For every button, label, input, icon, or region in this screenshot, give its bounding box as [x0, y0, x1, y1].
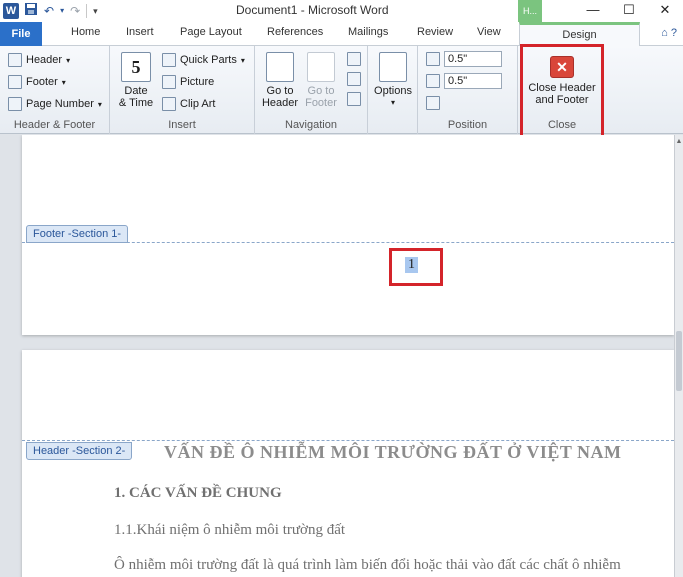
page-2: Header -Section 2- VẤN ĐỀ Ô NHIỄM MÔI TR…: [22, 350, 674, 577]
chevron-down-icon: ▾: [97, 99, 102, 109]
group-navigation: Go to Header Go to Footer Navigation: [255, 46, 368, 134]
footer-position-icon: [426, 74, 440, 88]
picture-button[interactable]: Picture: [162, 73, 214, 91]
word-app-icon[interactable]: W: [3, 3, 19, 19]
quick-access-toolbar: ↶ ▾ ↷ ▾: [24, 3, 98, 19]
group-label-position: Position: [447, 119, 488, 131]
customize-qat-icon[interactable]: ▾: [93, 3, 98, 19]
link-to-previous-icon[interactable]: [347, 92, 361, 106]
footer-section-label: Footer -Section 1-: [26, 225, 129, 243]
chevron-down-icon: ▾: [240, 55, 245, 65]
tab-references[interactable]: References: [267, 26, 323, 38]
tab-review[interactable]: Review: [417, 26, 453, 38]
scroll-thumb[interactable]: [676, 331, 682, 391]
header-position-icon: [426, 52, 440, 66]
title-bar: W ↶ ▾ ↷ ▾ Document1 - Microsoft Word H..…: [0, 0, 683, 22]
page-1: Footer -Section 1- 1: [22, 135, 674, 335]
undo-dropdown-icon[interactable]: ▾: [60, 3, 64, 19]
options-icon: [379, 52, 407, 82]
options-button[interactable]: Options ▾: [372, 52, 414, 109]
date-time-button[interactable]: 5 Date & Time: [116, 52, 156, 109]
chevron-down-icon: ▾: [390, 98, 395, 107]
highlight-page-number: [389, 248, 443, 286]
clip-art-icon: [162, 97, 176, 111]
help-icon[interactable]: ⌂ ?: [661, 27, 677, 39]
ribbon-tabs: File Home Insert Page Layout References …: [0, 22, 683, 47]
group-position: 0.5" 0.5" Position: [418, 46, 518, 134]
scroll-up-icon[interactable]: ▲: [675, 135, 683, 149]
header-from-top-input[interactable]: 0.5": [444, 51, 502, 67]
minimize-icon[interactable]: —: [575, 0, 611, 22]
previous-section-icon[interactable]: [347, 52, 361, 66]
tab-mailings[interactable]: Mailings: [348, 26, 388, 38]
save-icon[interactable]: [24, 2, 38, 20]
close-window-icon[interactable]: ✕: [647, 0, 683, 22]
quick-parts-button[interactable]: Quick Parts ▾: [162, 51, 245, 69]
page-number-button[interactable]: Page Number ▾: [8, 95, 102, 113]
document-title: VẤN ĐỀ Ô NHIỄM MÔI TRƯỜNG ĐẤT Ở VIỆT NAM: [164, 442, 622, 462]
go-to-header-icon: [266, 52, 294, 82]
group-options: Options ▾: [368, 46, 418, 134]
go-to-footer-button[interactable]: Go to Footer: [301, 52, 341, 109]
clip-art-button[interactable]: Clip Art: [162, 95, 215, 113]
picture-icon: [162, 75, 176, 89]
footer-button[interactable]: Footer ▾: [8, 73, 66, 91]
next-section-icon[interactable]: [347, 72, 361, 86]
go-to-footer-icon: [307, 52, 335, 82]
insert-alignment-tab-icon[interactable]: [426, 96, 440, 110]
tab-insert[interactable]: Insert: [126, 26, 154, 38]
maximize-icon[interactable]: ☐: [611, 0, 647, 22]
tab-file[interactable]: File: [0, 22, 42, 46]
footer-icon: [8, 75, 22, 89]
tab-view[interactable]: View: [477, 26, 501, 38]
vertical-scrollbar[interactable]: ▲: [674, 135, 683, 577]
header-section-label: Header -Section 2-: [26, 442, 133, 460]
calendar-clock-icon: 5: [121, 52, 151, 82]
heading-1: 1. CÁC VẤN ĐỀ CHUNG: [114, 485, 282, 501]
body-paragraph: Ô nhiễm môi trường đất là quá trình làm …: [114, 557, 621, 573]
group-header-footer: Header ▾ Footer ▾ Page Number ▾ Header &…: [0, 46, 110, 134]
heading-1-1: 1.1.Khái niệm ô nhiễm môi trường đất: [114, 522, 346, 538]
header-boundary-line: [22, 440, 674, 441]
chevron-down-icon: ▾: [66, 55, 71, 65]
quick-parts-icon: [162, 53, 176, 67]
window-title: Document1 - Microsoft Word: [236, 3, 389, 17]
qat-separator: [86, 4, 88, 18]
document-area: Footer -Section 1- 1 Header -Section 2- …: [0, 135, 683, 577]
page-number-icon: [8, 97, 22, 111]
redo-icon[interactable]: ↷: [70, 3, 80, 19]
header-button[interactable]: Header ▾: [8, 51, 70, 69]
go-to-header-button[interactable]: Go to Header: [260, 52, 300, 109]
tab-home[interactable]: Home: [71, 26, 100, 38]
highlight-close-group: [520, 44, 604, 138]
window-controls: — ☐ ✕: [575, 0, 683, 22]
group-label-header-footer: Header & Footer: [13, 119, 96, 131]
group-insert: 5 Date & Time Quick Parts ▾ Picture Clip…: [110, 46, 255, 134]
chevron-down-icon: ▾: [61, 77, 66, 87]
footer-from-bottom-input[interactable]: 0.5": [444, 73, 502, 89]
header-icon: [8, 53, 22, 67]
tab-page-layout[interactable]: Page Layout: [180, 26, 242, 38]
undo-icon[interactable]: ↶: [44, 3, 54, 19]
group-label-insert: Insert: [168, 119, 196, 131]
group-label-navigation: Navigation: [285, 119, 337, 131]
header-footer-tools-tab: H...: [518, 0, 542, 22]
